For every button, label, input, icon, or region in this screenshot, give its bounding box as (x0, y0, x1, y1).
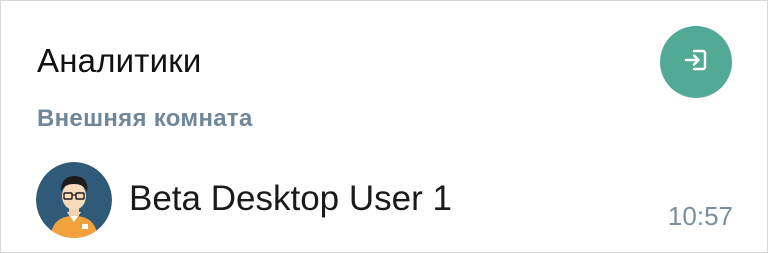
room-title: Аналитики (37, 42, 202, 79)
room-subtitle: Внешняя комната (37, 105, 253, 132)
room-card[interactable]: Аналитики Внешняя комната Beta Desktop U… (0, 0, 768, 253)
avatar[interactable] (36, 162, 112, 238)
last-message-time: 10:57 (667, 201, 733, 231)
last-message-author: Beta Desktop User 1 (129, 179, 452, 218)
enter-icon (681, 45, 711, 80)
enter-room-button[interactable] (660, 26, 732, 98)
user-avatar-icon (36, 162, 112, 238)
